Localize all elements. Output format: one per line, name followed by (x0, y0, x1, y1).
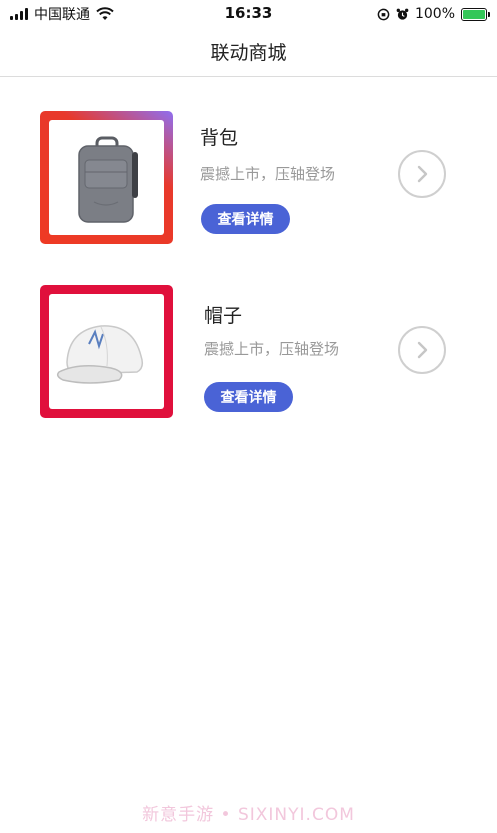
list-item[interactable]: 帽子 震撼上市，压轴登场 查看详情 (0, 285, 497, 425)
product-name: 帽子 (204, 305, 243, 327)
page-title: 联动商城 (210, 42, 287, 64)
nav-bar: 联动商城 (0, 28, 497, 77)
backpack-image (49, 120, 164, 235)
rotation-lock-icon (377, 8, 390, 20)
status-bar: 中国联通 16:33 100% (0, 0, 497, 28)
chevron-right-icon[interactable] (398, 150, 446, 198)
product-thumbnail[interactable] (40, 285, 173, 418)
status-right: 100% (377, 4, 490, 24)
alarm-icon (396, 8, 409, 20)
product-name: 背包 (200, 127, 239, 149)
chevron-right-icon[interactable] (398, 326, 446, 374)
battery-icon (461, 7, 490, 21)
product-thumbnail[interactable] (40, 111, 173, 244)
watermark: 新意手游 • SIXINYI.COM (142, 805, 355, 825)
cap-image (49, 294, 164, 409)
view-details-button[interactable]: 查看详情 (204, 382, 293, 412)
battery-percent: 100% (414, 6, 455, 22)
product-description: 震撼上市，压轴登场 (200, 165, 336, 183)
product-description: 震撼上市，压轴登场 (204, 340, 340, 358)
view-details-button[interactable]: 查看详情 (201, 204, 290, 234)
list-item[interactable]: 背包 震撼上市，压轴登场 查看详情 (0, 111, 497, 251)
